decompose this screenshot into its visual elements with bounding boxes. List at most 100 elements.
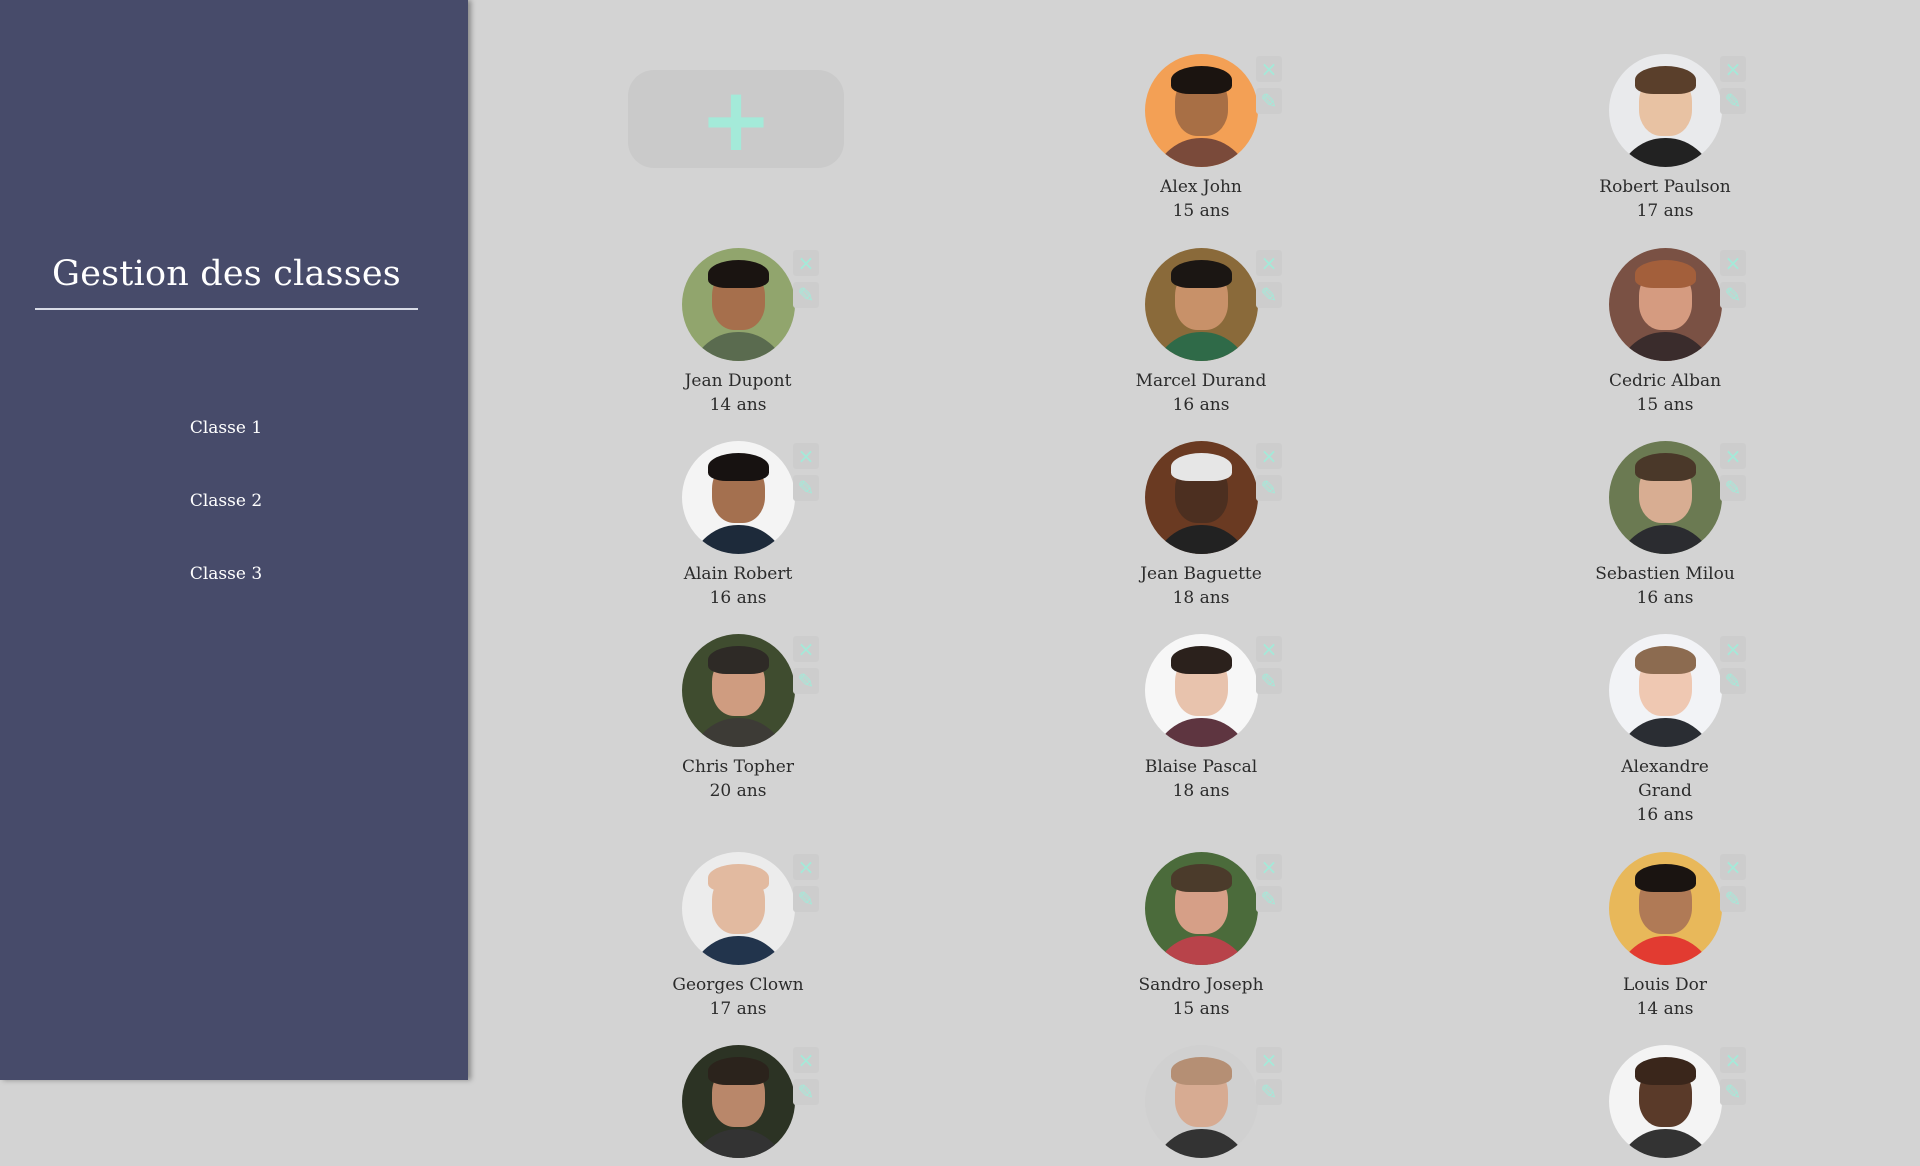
student-avatar (1144, 852, 1258, 965)
card-actions: × ✎ (1720, 250, 1746, 314)
nav-item-classe-2[interactable]: Classe 2 (0, 488, 452, 561)
avatar-shoulders (1152, 936, 1250, 965)
student-card[interactable]: × ✎ Sebastien Milou 16 ans (1545, 441, 1785, 610)
delete-student-icon[interactable]: × (793, 1047, 819, 1073)
student-name: Louis Dor (1622, 975, 1708, 995)
edit-student-icon[interactable]: ✎ (1720, 88, 1746, 114)
student-card[interactable]: × ✎ Alex John 15 ans (1081, 54, 1321, 223)
student-age: 17 ans (1636, 201, 1694, 221)
avatar-hair (1634, 66, 1696, 94)
student-name: Jean Dupont (684, 371, 792, 391)
avatar-shoulders (1616, 1129, 1714, 1158)
card-actions: × ✎ (793, 1047, 819, 1111)
edit-student-icon[interactable]: ✎ (1256, 1079, 1282, 1105)
avatar-shoulders (1616, 936, 1714, 965)
student-age: 16 ans (1172, 395, 1230, 415)
delete-student-icon[interactable]: × (1720, 636, 1746, 662)
student-name: Marcel Durand (1135, 371, 1267, 391)
edit-student-icon[interactable]: ✎ (1720, 1079, 1746, 1105)
edit-student-icon[interactable]: ✎ (1720, 475, 1746, 501)
avatar-hair (1634, 864, 1696, 892)
avatar-shoulders (1152, 332, 1250, 361)
delete-student-icon[interactable]: × (793, 636, 819, 662)
delete-student-icon[interactable]: × (1256, 636, 1282, 662)
student-avatar (1144, 634, 1258, 747)
card-actions: × ✎ (1256, 56, 1282, 120)
edit-student-icon[interactable]: ✎ (1720, 282, 1746, 308)
delete-student-icon[interactable]: × (1720, 1047, 1746, 1073)
edit-student-icon[interactable]: ✎ (1256, 668, 1282, 694)
delete-student-icon[interactable]: × (1256, 854, 1282, 880)
delete-student-icon[interactable]: × (1720, 443, 1746, 469)
delete-student-icon[interactable]: × (1720, 854, 1746, 880)
student-card[interactable]: × ✎ Alexandre Grand 16 ans (1545, 634, 1785, 827)
student-age: 14 ans (709, 395, 767, 415)
nav-item-classe-3[interactable]: Classe 3 (0, 561, 452, 634)
student-avatar (1608, 54, 1722, 167)
student-card[interactable]: × ✎ Cedric Alban 15 ans (1545, 248, 1785, 417)
card-actions: × ✎ (793, 636, 819, 700)
avatar-hair (1634, 646, 1696, 674)
avatar-hair (1634, 1057, 1696, 1085)
edit-student-icon[interactable]: ✎ (1256, 282, 1282, 308)
delete-student-icon[interactable]: × (1256, 56, 1282, 82)
student-card[interactable]: × ✎ Robert Paulson 17 ans (1545, 54, 1785, 223)
student-name: Georges Clown (672, 975, 804, 995)
nav-item-classe-1[interactable]: Classe 1 (0, 415, 452, 488)
avatar-shoulders (689, 718, 787, 747)
student-name: Sandro Joseph (1138, 975, 1264, 995)
avatar-shoulders (689, 936, 787, 965)
student-age: 15 ans (1172, 999, 1230, 1019)
student-name: Alain Robert (683, 564, 793, 584)
delete-student-icon[interactable]: × (793, 250, 819, 276)
student-card[interactable]: × ✎ Jean Dupont 14 ans (618, 248, 858, 417)
edit-student-icon[interactable]: ✎ (1720, 668, 1746, 694)
student-card-partial[interactable]: × ✎ (1081, 1045, 1321, 1166)
student-grid: + × ✎ Alex John 15 ans × ✎ Robert Paulson 17 an… (468, 0, 1920, 1158)
delete-student-icon[interactable]: × (1256, 1047, 1282, 1073)
avatar-hair (707, 646, 769, 674)
delete-student-icon[interactable]: × (1720, 250, 1746, 276)
student-age: 15 ans (1172, 201, 1230, 221)
student-card[interactable]: × ✎ Blaise Pascal 18 ans (1081, 634, 1321, 803)
edit-student-icon[interactable]: ✎ (1720, 886, 1746, 912)
student-card[interactable]: × ✎ Jean Baguette 18 ans (1081, 441, 1321, 610)
edit-student-icon[interactable]: ✎ (793, 475, 819, 501)
avatar-shoulders (689, 1129, 787, 1158)
delete-student-icon[interactable]: × (793, 854, 819, 880)
avatar-shoulders (1616, 138, 1714, 167)
class-nav: Classe 1 Classe 2 Classe 3 (0, 415, 452, 634)
student-card[interactable]: × ✎ Alain Robert 16 ans (618, 441, 858, 610)
student-avatar (1144, 54, 1258, 167)
avatar-shoulders (1616, 332, 1714, 361)
card-actions: × ✎ (1720, 1047, 1746, 1111)
avatar-hair (1170, 453, 1232, 481)
avatar-hair (707, 453, 769, 481)
edit-student-icon[interactable]: ✎ (1256, 475, 1282, 501)
student-card[interactable]: × ✎ Sandro Joseph 15 ans (1081, 852, 1321, 1021)
student-card-partial[interactable]: × ✎ (1545, 1045, 1785, 1166)
edit-student-icon[interactable]: ✎ (793, 668, 819, 694)
student-avatar (681, 852, 795, 965)
student-card[interactable]: × ✎ Louis Dor 14 ans (1545, 852, 1785, 1021)
edit-student-icon[interactable]: ✎ (793, 886, 819, 912)
avatar-hair (1170, 66, 1232, 94)
edit-student-icon[interactable]: ✎ (1256, 886, 1282, 912)
student-name: Robert Paulson (1599, 177, 1731, 197)
delete-student-icon[interactable]: × (1256, 443, 1282, 469)
avatar-shoulders (689, 525, 787, 554)
edit-student-icon[interactable]: ✎ (793, 1079, 819, 1105)
student-card-partial[interactable]: × ✎ (618, 1045, 858, 1166)
edit-student-icon[interactable]: ✎ (1256, 88, 1282, 114)
card-actions: × ✎ (1256, 854, 1282, 918)
add-student-button[interactable]: + (628, 68, 844, 171)
avatar-hair (1170, 260, 1232, 288)
student-card[interactable]: × ✎ Marcel Durand 16 ans (1081, 248, 1321, 417)
delete-student-icon[interactable]: × (1720, 56, 1746, 82)
student-card[interactable]: × ✎ Georges Clown 17 ans (618, 852, 858, 1021)
delete-student-icon[interactable]: × (1256, 250, 1282, 276)
delete-student-icon[interactable]: × (793, 443, 819, 469)
student-age: 16 ans (1636, 588, 1694, 608)
student-card[interactable]: × ✎ Chris Topher 20 ans (618, 634, 858, 803)
edit-student-icon[interactable]: ✎ (793, 282, 819, 308)
